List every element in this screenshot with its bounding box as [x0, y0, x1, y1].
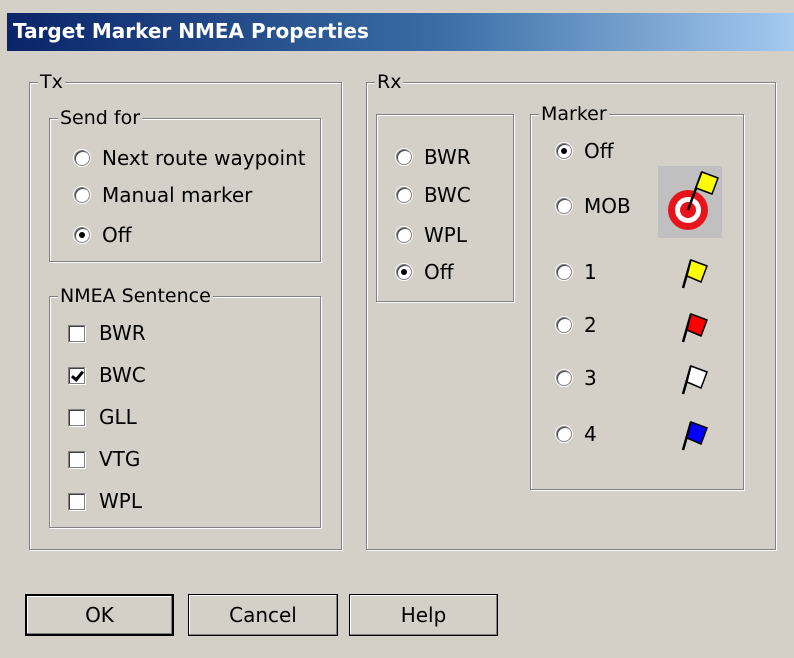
- tx-group-label: Tx: [38, 71, 65, 93]
- marker-2-radio[interactable]: 2: [556, 311, 597, 339]
- tx-gll-checkbox[interactable]: GLL: [68, 403, 137, 431]
- checkbox-label: BWC: [99, 363, 146, 387]
- radio-label: 2: [584, 313, 597, 337]
- radio-label: Off: [424, 260, 454, 284]
- cancel-button[interactable]: Cancel: [188, 594, 338, 636]
- rx-bwc-radio[interactable]: BWC: [396, 181, 471, 209]
- radio-label: WPL: [424, 223, 467, 247]
- send-for-group-label: Send for: [58, 107, 143, 129]
- radio-label: 4: [584, 422, 597, 446]
- rx-group-label: Rx: [375, 71, 404, 93]
- checkbox-label: WPL: [99, 489, 142, 513]
- radio-indicator: [556, 317, 572, 333]
- radio-indicator: [396, 149, 412, 165]
- mob-target-icon: [658, 166, 722, 238]
- radio-label: Manual marker: [102, 183, 253, 207]
- flag-cloth: [686, 365, 708, 389]
- flag-cloth: [686, 259, 708, 283]
- radio-label: 1: [584, 260, 597, 284]
- yellow-flag-icon: [679, 256, 713, 290]
- checkbox-indicator: [68, 408, 85, 426]
- send-for-off-radio[interactable]: Off: [74, 221, 132, 249]
- checkbox-label: BWR: [99, 321, 146, 345]
- tx-wpl-checkbox[interactable]: WPL: [68, 487, 142, 515]
- rx-off-radio[interactable]: Off: [396, 258, 454, 286]
- rx-wpl-radio[interactable]: WPL: [396, 221, 467, 249]
- marker-group-label: Marker: [539, 103, 609, 125]
- radio-indicator: [556, 264, 572, 280]
- checkbox-label: VTG: [99, 447, 141, 471]
- radio-label: Off: [584, 139, 614, 163]
- radio-indicator: [556, 370, 572, 386]
- flag-cloth: [686, 421, 708, 445]
- properties-dialog: Target Marker NMEA Properties Tx Send fo…: [0, 0, 794, 658]
- flag-cloth: [686, 313, 708, 337]
- checkbox-indicator: [68, 492, 85, 510]
- radio-indicator: [556, 143, 572, 159]
- help-button[interactable]: Help: [349, 594, 498, 636]
- radio-indicator: [396, 264, 412, 280]
- radio-label: BWR: [424, 145, 471, 169]
- tx-vtg-checkbox[interactable]: VTG: [68, 445, 140, 473]
- radio-label: Next route waypoint: [102, 146, 306, 170]
- radio-indicator: [74, 227, 90, 243]
- marker-4-radio[interactable]: 4: [556, 420, 597, 448]
- checkbox-indicator: [68, 450, 85, 468]
- radio-indicator: [556, 198, 572, 214]
- radio-indicator: [556, 426, 572, 442]
- ok-button[interactable]: OK: [25, 594, 174, 636]
- nmea-sentence-group-label: NMEA Sentence: [58, 285, 213, 307]
- radio-label: 3: [584, 366, 597, 390]
- blue-flag-icon: [679, 418, 713, 452]
- checkbox-indicator: [68, 324, 85, 342]
- checkbox-indicator: [68, 366, 85, 384]
- tx-bwr-checkbox[interactable]: BWR: [68, 319, 146, 347]
- radio-indicator: [396, 227, 412, 243]
- window-title: Target Marker NMEA Properties: [13, 19, 369, 43]
- red-flag-icon: [679, 310, 713, 344]
- send-for-manual-marker-radio[interactable]: Manual marker: [74, 181, 252, 209]
- title-bar[interactable]: Target Marker NMEA Properties: [7, 13, 794, 51]
- radio-label: BWC: [424, 183, 471, 207]
- radio-indicator: [74, 187, 90, 203]
- marker-off-radio[interactable]: Off: [556, 137, 614, 165]
- send-for-next-route-waypoint-radio[interactable]: Next route waypoint: [74, 144, 306, 172]
- radio-indicator: [74, 150, 90, 166]
- marker-1-radio[interactable]: 1: [556, 258, 597, 286]
- radio-label: MOB: [584, 194, 631, 218]
- checkbox-label: GLL: [99, 405, 137, 429]
- marker-3-radio[interactable]: 3: [556, 364, 597, 392]
- radio-indicator: [396, 187, 412, 203]
- tx-bwc-checkbox[interactable]: BWC: [68, 361, 146, 389]
- marker-mob-radio[interactable]: MOB: [556, 192, 631, 220]
- rx-bwr-radio[interactable]: BWR: [396, 143, 471, 171]
- mob-flag: [695, 171, 719, 195]
- white-flag-icon: [679, 362, 713, 396]
- radio-label: Off: [102, 223, 132, 247]
